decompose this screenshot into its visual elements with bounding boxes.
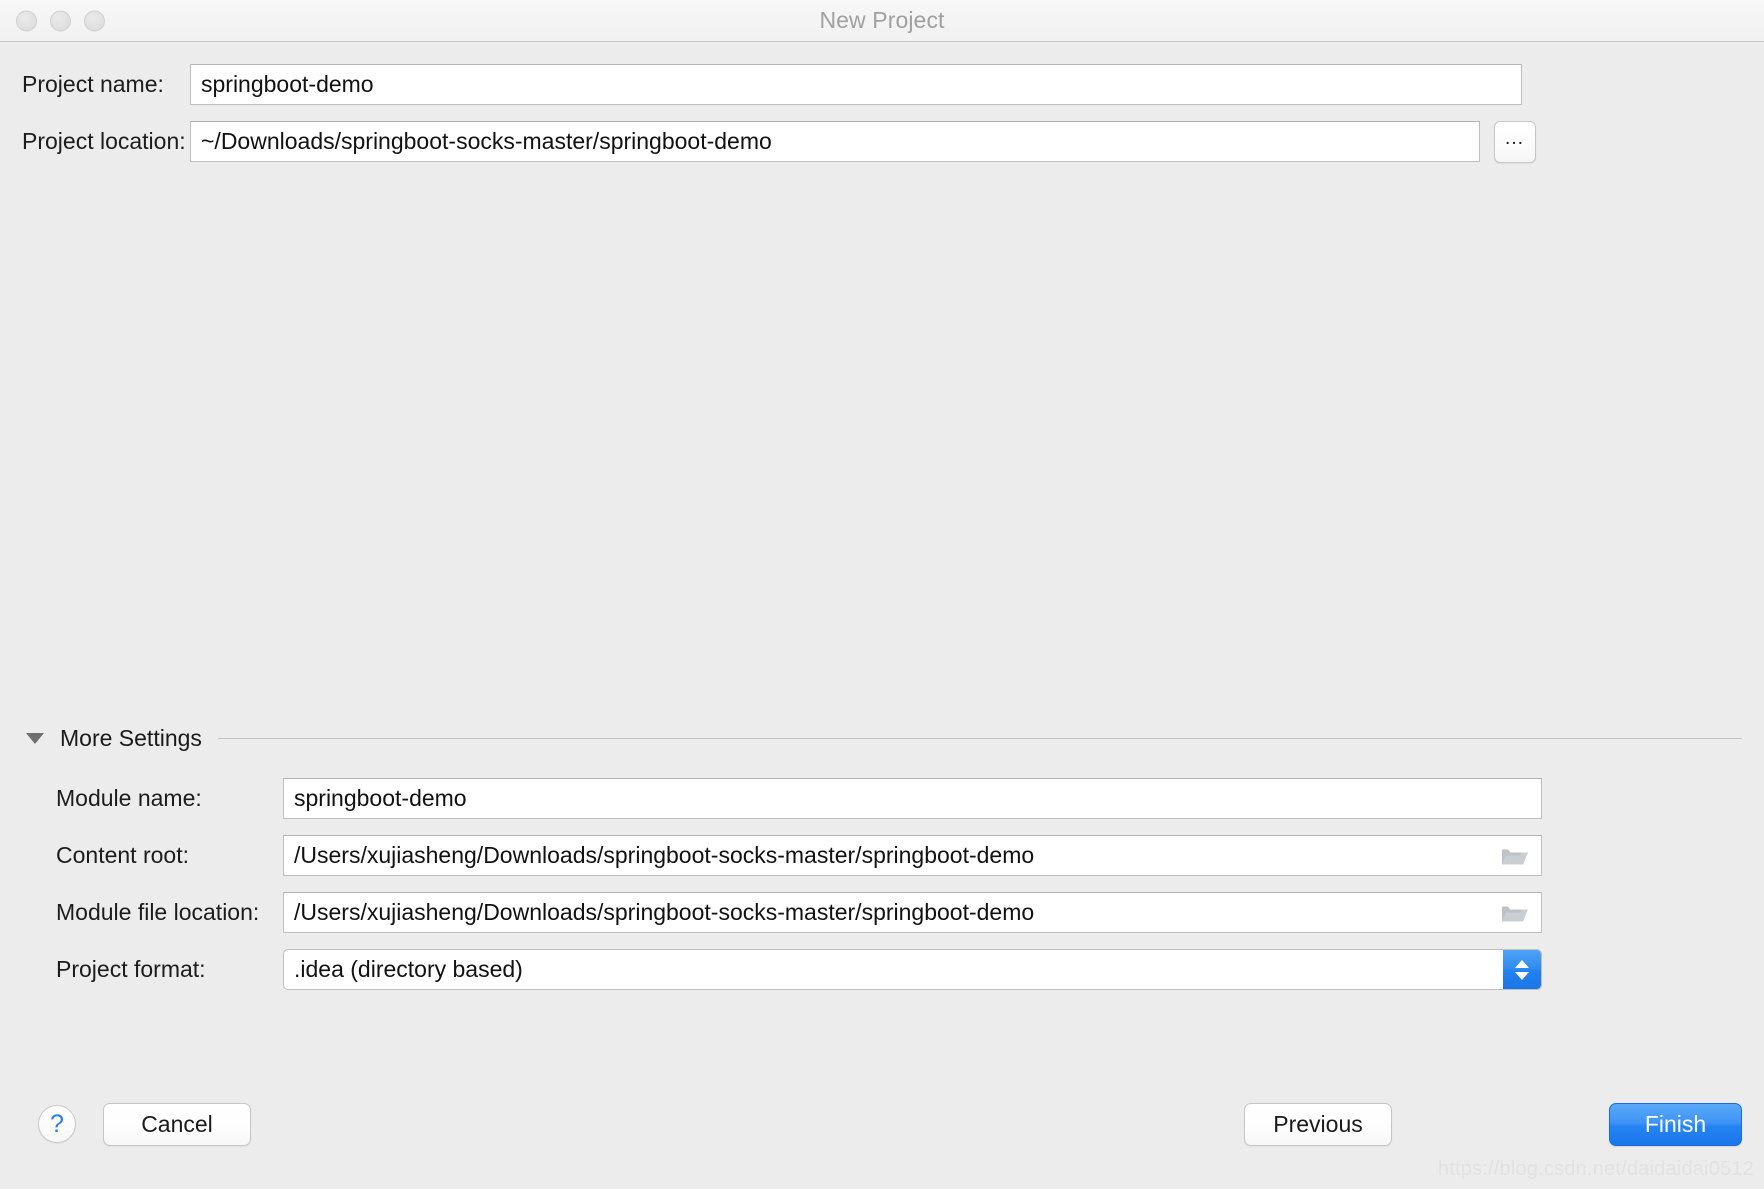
close-window-button[interactable] — [16, 10, 37, 31]
minimize-window-button[interactable] — [50, 10, 71, 31]
section-divider — [217, 737, 1742, 739]
watermark-text: https://blog.csdn.net/daidaidai0512 — [1437, 1158, 1754, 1180]
window-title: New Project — [819, 7, 945, 33]
content-root-input[interactable]: /Users/xujiasheng/Downloads/springboot-s… — [283, 835, 1542, 876]
project-location-input[interactable]: ~/Downloads/springboot-socks-master/spri… — [190, 121, 1480, 162]
help-button[interactable]: ? — [38, 1105, 76, 1143]
window-titlebar: New Project — [0, 0, 1764, 42]
finish-button[interactable]: Finish — [1609, 1103, 1742, 1146]
project-name-value: springboot-demo — [201, 71, 374, 97]
project-location-value: ~/Downloads/springboot-socks-master/spri… — [201, 128, 772, 154]
previous-button[interactable]: Previous — [1244, 1103, 1392, 1146]
zoom-window-button[interactable] — [84, 10, 105, 31]
stepper-updown-icon[interactable] — [1503, 950, 1541, 989]
more-settings-section: More Settings Module name: springboot-de… — [0, 718, 1764, 998]
more-settings-title: More Settings — [60, 724, 202, 751]
triangle-down-icon[interactable] — [26, 732, 44, 744]
module-name-row: Module name: springboot-demo — [0, 770, 1764, 827]
module-name-value: springboot-demo — [294, 785, 467, 811]
module-name-label: Module name: — [56, 785, 202, 811]
project-format-label: Project format: — [56, 956, 206, 982]
folder-icon[interactable] — [1501, 845, 1529, 866]
module-file-location-input[interactable]: /Users/xujiasheng/Downloads/springboot-s… — [283, 892, 1542, 933]
project-location-label: Project location: — [22, 128, 186, 154]
dialog-body: Project name: springboot-demo Project lo… — [0, 42, 1764, 1189]
module-file-location-label: Module file location: — [56, 899, 260, 925]
more-settings-fields: Module name: springboot-demo Content roo… — [0, 758, 1764, 998]
project-name-row: Project name: springboot-demo — [0, 56, 1764, 113]
project-name-label: Project name: — [22, 71, 164, 97]
chevron-down-icon[interactable] — [1515, 971, 1529, 980]
more-settings-header[interactable]: More Settings — [0, 718, 1764, 758]
traffic-light-group — [16, 10, 105, 31]
chevron-up-icon[interactable] — [1515, 959, 1529, 968]
project-format-row: Project format: .idea (directory based) — [0, 941, 1764, 998]
browse-location-button[interactable]: … — [1494, 120, 1536, 163]
content-root-row: Content root: /Users/xujiasheng/Download… — [0, 827, 1764, 884]
module-file-location-value: /Users/xujiasheng/Downloads/springboot-s… — [294, 899, 1035, 925]
cancel-button[interactable]: Cancel — [103, 1103, 251, 1146]
module-file-location-row: Module file location: /Users/xujiasheng/… — [0, 884, 1764, 941]
top-form-section: Project name: springboot-demo Project lo… — [0, 42, 1764, 170]
question-mark-icon: ? — [50, 1109, 64, 1138]
project-location-row: Project location: ~/Downloads/springboot… — [0, 113, 1764, 170]
content-root-value: /Users/xujiasheng/Downloads/springboot-s… — [294, 842, 1035, 868]
project-name-input[interactable]: springboot-demo — [190, 64, 1522, 105]
content-root-label: Content root: — [56, 842, 189, 868]
folder-icon[interactable] — [1501, 902, 1529, 923]
project-format-value: .idea (directory based) — [294, 956, 523, 982]
module-name-input[interactable]: springboot-demo — [283, 778, 1542, 819]
ellipsis-icon: … — [1504, 126, 1526, 149]
project-format-select[interactable]: .idea (directory based) — [283, 949, 1542, 990]
dialog-footer: ? Cancel Previous Finish https://blog.cs… — [0, 1079, 1764, 1189]
